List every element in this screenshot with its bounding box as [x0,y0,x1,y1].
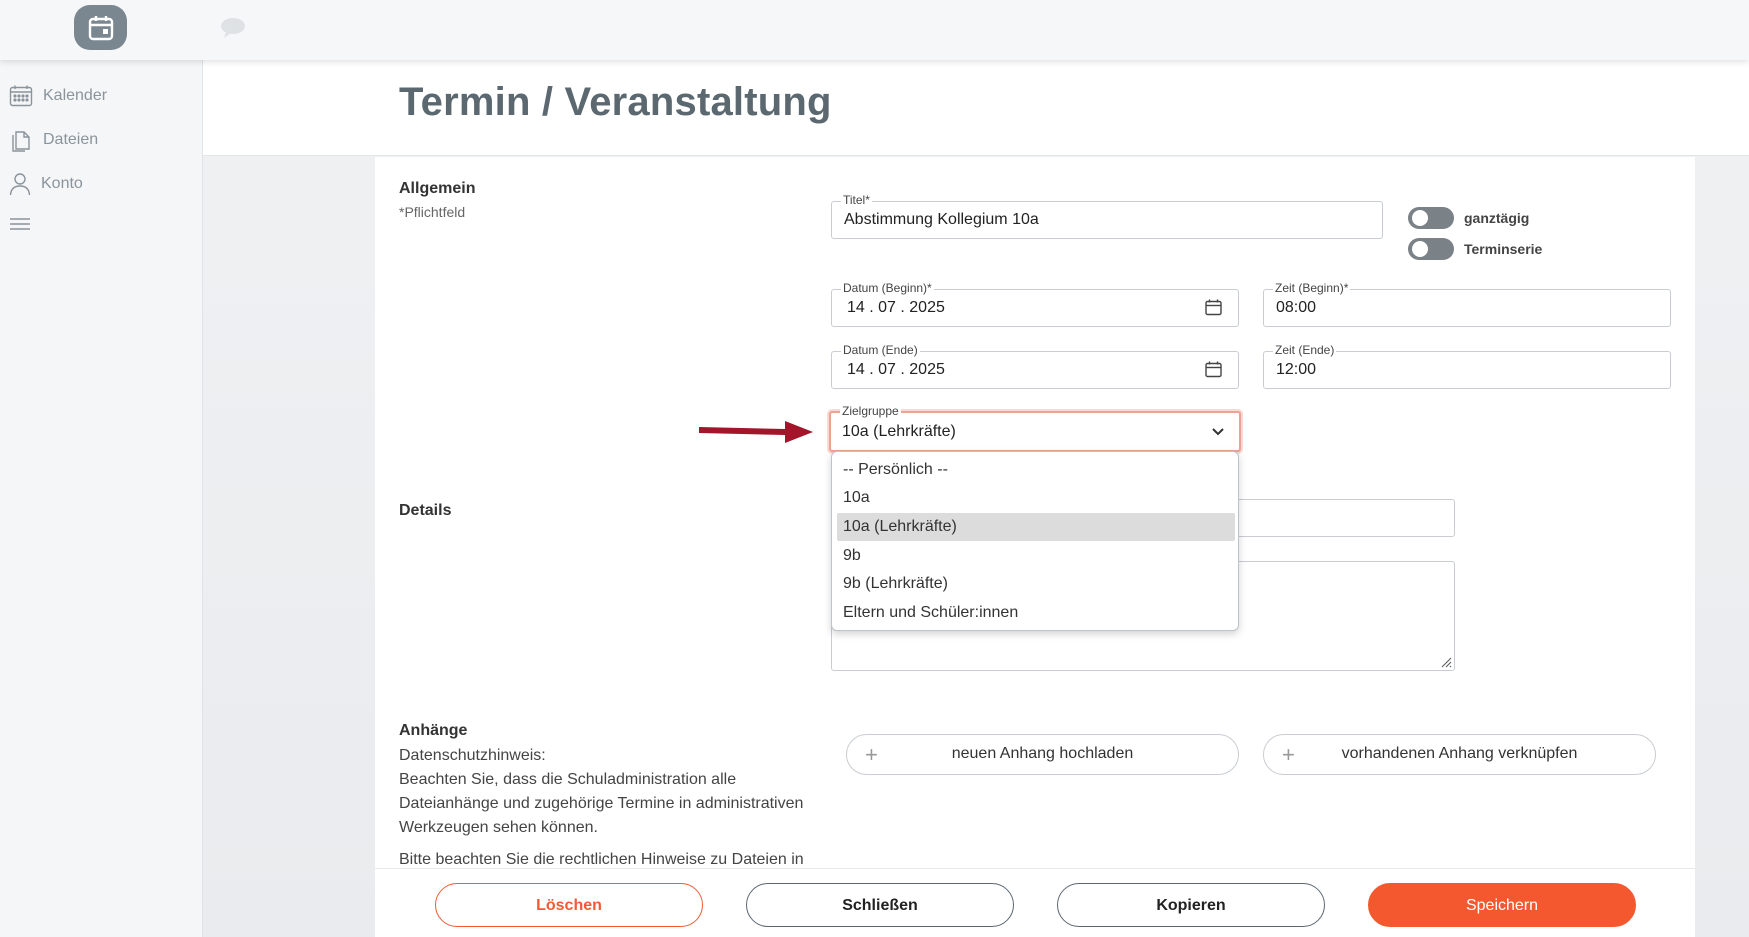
calendar-picker-icon[interactable] [1205,361,1222,378]
upload-attachment-button[interactable]: + neuen Anhang hochladen [846,734,1239,775]
time-end-field[interactable]: Zeit (Ende) 12:00 [1263,343,1671,389]
all-day-label: ganztägig [1464,210,1530,226]
menu-icon [10,218,30,230]
top-bar [0,0,1749,60]
date-end-value: 14 . 07 . 2025 [847,361,945,378]
target-group-select[interactable]: Zielgruppe 10a (Lehrkräfte) [829,404,1241,452]
title-field-value: Abstimmung Kollegium 10a [844,211,1039,228]
calendar-picker-icon[interactable] [1205,299,1222,316]
privacy-title: Datenschutzhinweis: [399,747,546,764]
sidebar-item-konto[interactable]: Konto [9,172,83,196]
link-attachment-label: vorhandenen Anhang verknüpfen [1341,745,1578,762]
copy-button[interactable]: Kopieren [1057,883,1325,927]
all-day-toggle-row: ganztägig [1408,207,1529,229]
series-label: Terminserie [1464,241,1543,257]
time-end-value: 12:00 [1276,361,1317,378]
save-button[interactable]: Speichern [1368,883,1636,927]
privacy-text: Beachten Sie, dass die Schuladministrati… [399,771,804,836]
privacy-notice: Datenschutzhinweis: Beachten Sie, dass d… [399,744,819,872]
page-title: Termin / Veranstaltung [399,80,832,124]
sidebar-item-label: Konto [41,175,83,192]
sidebar-item-kalender[interactable]: Kalender [9,84,107,108]
date-end-field[interactable]: Datum (Ende) 14 . 07 . 2025 [831,343,1239,389]
delete-button[interactable]: Löschen [435,883,703,927]
target-group-dropdown: -- Persönlich -- 10a 10a (Lehrkräfte) 9b… [831,451,1239,631]
arrow-right-icon [699,421,813,443]
dropdown-option[interactable]: 10a [837,484,1235,512]
sidebar-item-label: Dateien [43,131,99,148]
chevron-down-icon [1212,428,1224,436]
dropdown-option[interactable]: -- Persönlich -- [837,456,1235,484]
files-icon [12,131,30,152]
menu-button[interactable] [9,216,31,232]
required-hint: *Pflichtfeld [399,204,466,220]
title-field-label: Titel* [841,193,872,207]
time-end-label: Zeit (Ende) [1273,343,1337,357]
save-button-label: Speichern [1465,897,1539,914]
date-start-value: 14 . 07 . 2025 [847,299,945,316]
time-start-label: Zeit (Beginn)* [1273,281,1351,295]
time-start-field[interactable]: Zeit (Beginn)* 08:00 [1263,281,1671,327]
dropdown-option[interactable]: Eltern und Schüler:innen [837,599,1235,627]
calendar-icon[interactable] [74,5,127,50]
section-title-attachments: Anhänge [399,722,468,739]
upload-attachment-label: neuen Anhang hochladen [951,745,1134,762]
series-toggle[interactable] [1408,238,1454,260]
link-attachment-button[interactable]: + vorhandenen Anhang verknüpfen [1263,734,1656,775]
user-icon [9,173,31,196]
dropdown-option[interactable]: 9b (Lehrkräfte) [837,570,1235,598]
resize-handle-icon[interactable] [1440,656,1452,668]
calendar-grid-icon [9,85,33,107]
close-button-label: Schließen [842,897,918,914]
time-start-value: 08:00 [1276,299,1317,316]
target-group-value: 10a (Lehrkräfte) [842,423,956,440]
close-button[interactable]: Schließen [746,883,1014,927]
title-field[interactable]: Titel* Abstimmung Kollegium 10a [831,193,1383,239]
all-day-toggle[interactable] [1408,207,1454,229]
date-start-field[interactable]: Datum (Beginn)* 14 . 07 . 2025 [831,281,1239,327]
dropdown-option[interactable]: 9b [837,542,1235,570]
copy-button-label: Kopieren [1156,897,1226,914]
date-end-label: Datum (Ende) [841,343,920,357]
sidebar-item-label: Kalender [43,87,108,104]
dropdown-option-selected[interactable]: 10a (Lehrkräfte) [837,513,1235,541]
chat-bubble-icon[interactable] [220,17,246,44]
section-title-details: Details [399,502,452,519]
target-group-label: Zielgruppe [840,404,901,418]
sidebar-item-dateien[interactable]: Dateien [9,128,98,152]
section-title-general: Allgemein [399,180,476,197]
series-toggle-row: Terminserie [1408,238,1542,260]
delete-button-label: Löschen [536,897,602,914]
date-start-label: Datum (Beginn)* [841,281,934,295]
